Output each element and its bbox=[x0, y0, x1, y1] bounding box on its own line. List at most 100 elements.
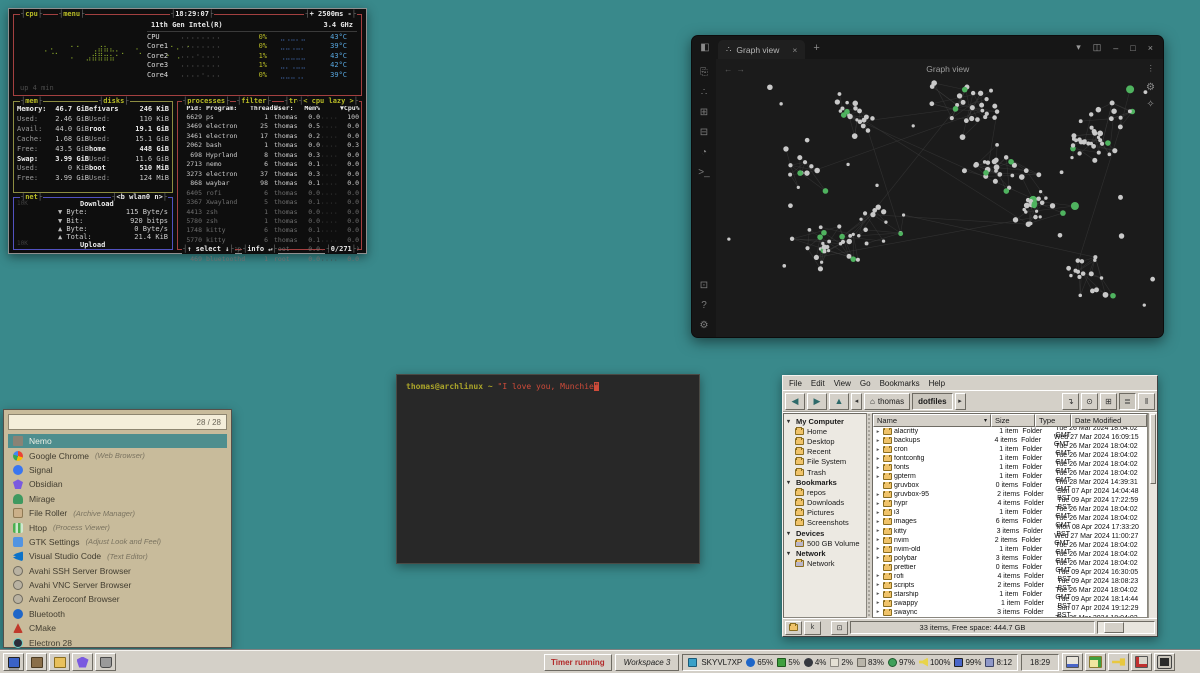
graph-node[interactable] bbox=[797, 186, 800, 189]
graph-node[interactable] bbox=[783, 146, 788, 151]
graph-node[interactable] bbox=[852, 233, 855, 236]
rofi-item-nemo[interactable]: Nemo bbox=[8, 434, 227, 448]
sidebar-item-500-gb-volume[interactable]: 500 GB Volume bbox=[784, 538, 866, 548]
graph-node[interactable] bbox=[1128, 109, 1132, 113]
graph-node[interactable] bbox=[788, 203, 793, 208]
graph-node[interactable] bbox=[1079, 119, 1083, 123]
menu-bookmarks[interactable]: Bookmarks bbox=[876, 378, 924, 389]
row-expander-icon[interactable]: ▸ bbox=[875, 438, 881, 444]
process-row[interactable]: 5780zsh1thomas0.00.0 bbox=[178, 217, 361, 226]
graph-node[interactable] bbox=[852, 101, 858, 107]
graph-node[interactable] bbox=[1081, 271, 1086, 276]
graph-node[interactable] bbox=[1096, 107, 1102, 113]
graph-node[interactable] bbox=[930, 84, 935, 89]
graph-node[interactable] bbox=[847, 114, 852, 119]
hscroll-thumb[interactable] bbox=[1104, 622, 1124, 633]
search-icon[interactable]: ⊙ bbox=[1081, 393, 1098, 410]
sidebar-item-repos[interactable]: repos bbox=[784, 487, 866, 497]
column-header-date-modified[interactable]: Date Modified bbox=[1071, 414, 1147, 427]
graph-node[interactable] bbox=[848, 234, 852, 238]
tray-computer-icon[interactable] bbox=[3, 653, 24, 671]
graph-node[interactable] bbox=[797, 155, 802, 160]
graph-node[interactable] bbox=[1035, 210, 1038, 213]
graph-node[interactable] bbox=[1039, 215, 1042, 218]
graph-node[interactable] bbox=[1033, 215, 1038, 220]
graph-node-green[interactable] bbox=[962, 87, 968, 93]
row-expander-icon[interactable]: ▸ bbox=[875, 546, 881, 552]
tab-graph-view[interactable]: ∴ Graph view × bbox=[718, 40, 805, 59]
graph-node[interactable] bbox=[814, 168, 820, 174]
daily-note-icon[interactable]: ⊟ bbox=[700, 127, 708, 138]
sidebar-item-desktop[interactable]: Desktop bbox=[784, 436, 866, 446]
vertical-scrollbar[interactable] bbox=[1148, 413, 1157, 618]
graph-node[interactable] bbox=[1090, 126, 1094, 130]
graph-node-green[interactable] bbox=[1105, 140, 1111, 146]
sidebar-item-pictures[interactable]: Pictures bbox=[784, 508, 866, 518]
rofi-item-electron-28[interactable]: Electron 28 bbox=[8, 635, 227, 649]
more-options-icon[interactable]: ⋮ bbox=[1147, 63, 1156, 74]
process-row[interactable]: 469bluetoothd1root0.00.0 bbox=[178, 255, 361, 264]
btop-processes-tab[interactable]: processes bbox=[182, 97, 230, 106]
sidebar-item-file-system[interactable]: File System bbox=[784, 457, 866, 467]
graph-node[interactable] bbox=[727, 237, 730, 240]
graph-node[interactable] bbox=[960, 134, 966, 140]
graph-node[interactable] bbox=[1024, 210, 1027, 213]
sidebar-item-screenshots[interactable]: Screenshots bbox=[784, 518, 866, 528]
graph-node[interactable] bbox=[853, 106, 858, 111]
graph-node[interactable] bbox=[835, 99, 840, 104]
graph-node[interactable] bbox=[1086, 141, 1090, 145]
process-row[interactable]: 6629ps1thomas0.0100 bbox=[178, 113, 361, 122]
list-view-icon[interactable]: ≣ bbox=[1119, 393, 1136, 410]
tray-folder-icon[interactable] bbox=[49, 653, 70, 671]
row-expander-icon[interactable]: ▸ bbox=[875, 501, 881, 507]
row-expander-icon[interactable]: ▸ bbox=[875, 537, 881, 543]
rofi-item-gtk-settings[interactable]: GTK Settings(Adjust Look and Feel) bbox=[8, 535, 227, 549]
process-row[interactable]: 3273electron37thomas0.30.0 bbox=[178, 170, 361, 179]
graph-node[interactable] bbox=[1073, 269, 1077, 273]
graph-node[interactable] bbox=[1077, 151, 1081, 155]
graph-node[interactable] bbox=[1036, 196, 1041, 201]
sidebar-item-network[interactable]: Network bbox=[784, 559, 866, 569]
graph-node[interactable] bbox=[995, 143, 999, 147]
column-header-type[interactable]: Type bbox=[1035, 414, 1071, 427]
graph-node[interactable] bbox=[1097, 151, 1101, 155]
new-folder-icon[interactable] bbox=[785, 621, 802, 635]
graph-node[interactable] bbox=[1103, 292, 1109, 298]
btop-select-hint[interactable]: ↑ select ↓ bbox=[182, 245, 235, 254]
graph-node[interactable] bbox=[985, 112, 989, 116]
row-expander-icon[interactable]: ▸ bbox=[875, 456, 881, 462]
quicklaunch-display-properties-icon[interactable] bbox=[1062, 653, 1083, 671]
rofi-item-file-roller[interactable]: File Roller(Archive Manager) bbox=[8, 506, 227, 520]
graph-node[interactable] bbox=[1077, 275, 1081, 279]
graph-node[interactable] bbox=[814, 255, 819, 260]
graph-node-green[interactable] bbox=[823, 188, 829, 194]
graph-node[interactable] bbox=[837, 224, 841, 228]
sidebar-item-home[interactable]: Home bbox=[784, 426, 866, 436]
process-row[interactable]: 3461electron17thomas0.20.0 bbox=[178, 132, 361, 141]
terminal-window[interactable]: thomas@archlinux ~ "I love you, Munchie" bbox=[396, 374, 700, 564]
graph-node[interactable] bbox=[1076, 258, 1081, 263]
rofi-item-htop[interactable]: Htop(Process Viewer) bbox=[8, 520, 227, 534]
graph-node[interactable] bbox=[1112, 148, 1117, 153]
rofi-item-avahi-ssh-server-browser[interactable]: Avahi SSH Server Browser bbox=[8, 564, 227, 578]
graph-node[interactable] bbox=[1036, 172, 1041, 177]
rofi-item-visual-studio-code[interactable]: Visual Studio Code(Text Editor) bbox=[8, 549, 227, 563]
vault-switcher-icon[interactable]: ⊡ bbox=[700, 280, 708, 291]
graph-node[interactable] bbox=[978, 91, 983, 96]
process-row[interactable]: 1748kitty6thomas0.10.0 bbox=[178, 226, 361, 235]
tray-obsidian-icon[interactable] bbox=[72, 653, 93, 671]
tray-trash-icon[interactable] bbox=[95, 653, 116, 671]
graph-node[interactable] bbox=[767, 84, 773, 90]
graph-node[interactable] bbox=[809, 164, 813, 168]
graph-node[interactable] bbox=[788, 163, 792, 167]
graph-node[interactable] bbox=[1066, 266, 1071, 271]
graph-node[interactable] bbox=[870, 116, 874, 120]
graph-node[interactable] bbox=[929, 101, 934, 106]
graph-node[interactable] bbox=[964, 118, 969, 123]
quicklaunch-keys-icon[interactable] bbox=[1108, 653, 1129, 671]
rofi-item-avahi-vnc-server-browser[interactable]: Avahi VNC Server Browser bbox=[8, 578, 227, 592]
column-header-name[interactable]: Name▾ bbox=[873, 414, 991, 427]
graph-node[interactable] bbox=[1060, 170, 1064, 174]
graph-node[interactable] bbox=[1024, 168, 1029, 173]
graph-node[interactable] bbox=[864, 115, 869, 120]
